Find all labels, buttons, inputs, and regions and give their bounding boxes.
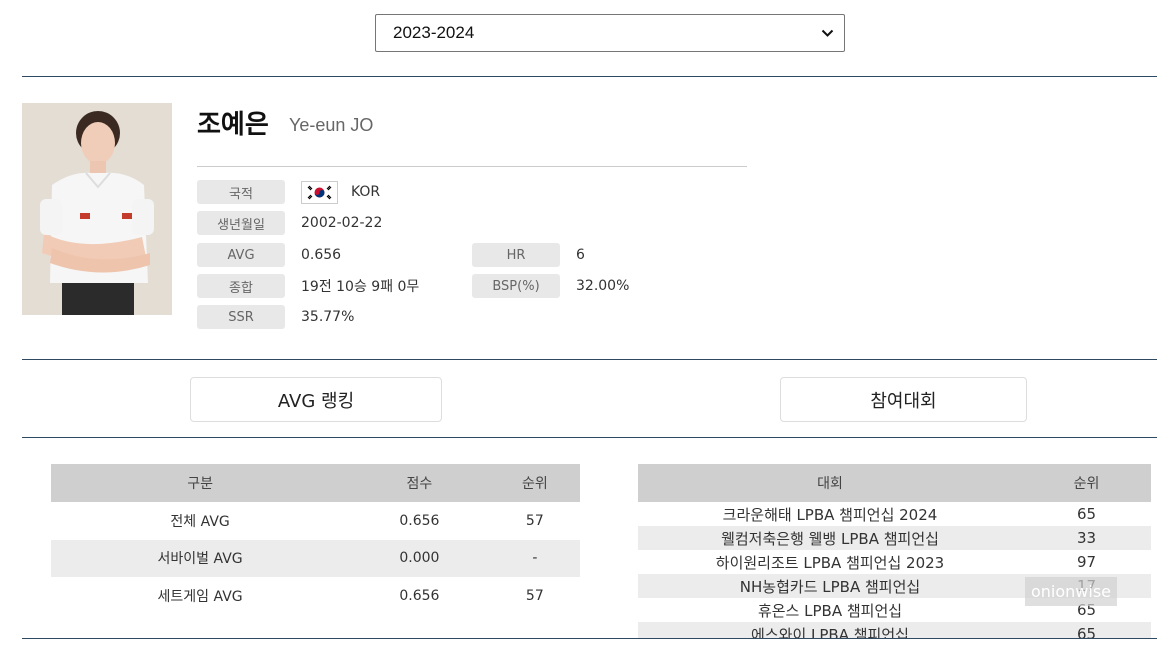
hr-value: 6 xyxy=(576,247,585,263)
table-cell: 0.000 xyxy=(349,539,490,577)
table-header-row: 대회 순위 xyxy=(638,464,1151,502)
tournament-name: 휴온스 LPBA 챔피언십 xyxy=(757,601,903,620)
chevron-down-icon xyxy=(821,27,834,40)
column-header: 대회 xyxy=(638,464,1022,502)
column-header: 구분 xyxy=(51,464,350,502)
column-header: 순위 xyxy=(1022,464,1151,502)
table-row: 서바이벌 AVG 0.000 - xyxy=(51,539,580,577)
table-cell: 0.656 xyxy=(399,512,440,529)
avg-ranking-table: 구분 점수 순위 전체 AVG 0.656 57 서바이벌 AVG 0.000 … xyxy=(51,464,580,615)
tournament-name: 웰컴저축은행 웰뱅 LPBA 챔피언십 xyxy=(638,526,1022,550)
table-row: 전체 AVG 0.656 57 xyxy=(51,502,580,540)
tournament-name: 크라운해태 LPBA 챔피언십 2024 xyxy=(722,505,938,524)
tournament-table: 대회 순위 크라운해태 LPBA 챔피언십 2024 65 웰컴저축은행 웰뱅 … xyxy=(638,464,1151,638)
column-header: 순위 xyxy=(489,464,580,502)
table-cell: 서바이벌 AVG xyxy=(51,539,350,577)
tab-avg-ranking[interactable]: AVG 랭킹 xyxy=(190,377,442,422)
player-name-english: Ye-eun JO xyxy=(289,115,374,135)
nationality-label: 국적 xyxy=(197,180,285,204)
bsp-label: BSP(%) xyxy=(472,274,560,298)
divider-top xyxy=(22,76,1157,77)
table-row: 세트게임 AVG 0.656 57 xyxy=(51,577,580,615)
ssr-label: SSR xyxy=(197,305,285,329)
tournament-rank: 65 xyxy=(1076,505,1097,523)
tournament-name: 에스와이 LPBA 챔피언십 xyxy=(638,622,1022,638)
divider-middle xyxy=(22,359,1157,360)
divider-tabs xyxy=(22,437,1157,438)
hr-label: HR xyxy=(472,243,560,267)
table-row[interactable]: 웰컴저축은행 웰뱅 LPBA 챔피언십 33 xyxy=(638,526,1151,550)
table-row[interactable]: 크라운해태 LPBA 챔피언십 2024 65 xyxy=(638,502,1151,526)
tournament-rank: 65 xyxy=(1022,622,1151,638)
tournament-table-scroll[interactable]: 대회 순위 크라운해태 LPBA 챔피언십 2024 65 웰컴저축은행 웰뱅 … xyxy=(638,464,1151,638)
column-header: 점수 xyxy=(349,464,490,502)
birth-value: 2002-02-22 xyxy=(301,215,383,231)
table-row[interactable]: 하이원리조트 LPBA 챔피언십 2023 97 xyxy=(638,550,1151,574)
tournament-rank: 97 xyxy=(1076,553,1097,571)
bsp-value: 32.00% xyxy=(576,278,630,294)
season-select-value: 2023-2024 xyxy=(393,23,475,42)
ssr-value: 35.77% xyxy=(301,309,355,325)
avg-value: 0.656 xyxy=(301,247,342,263)
table-cell: 세트게임 AVG xyxy=(157,588,243,605)
tournament-rank: 33 xyxy=(1022,526,1151,550)
player-photo xyxy=(22,103,172,315)
watermark: onionwise xyxy=(1025,577,1117,606)
name-divider xyxy=(197,166,747,167)
nationality-value: KOR xyxy=(351,184,381,200)
birth-label: 생년월일 xyxy=(197,211,285,235)
korea-flag-icon xyxy=(301,181,338,204)
table-cell: 0.656 xyxy=(399,587,440,604)
tournament-name: NH농협카드 LPBA 챔피언십 xyxy=(638,574,1022,598)
season-select[interactable]: 2023-2024 xyxy=(375,14,845,52)
table-header-row: 구분 점수 순위 xyxy=(51,464,580,502)
table-cell: 전체 AVG xyxy=(170,513,230,530)
table-cell: 57 xyxy=(525,512,544,529)
player-name-korean: 조예은 xyxy=(197,110,269,140)
table-cell: - xyxy=(489,539,580,577)
table-cell: 57 xyxy=(525,587,544,604)
record-label: 종합 xyxy=(197,274,285,298)
record-value: 19전 10승 9패 0무 xyxy=(301,279,420,295)
tournament-name: 하이원리조트 LPBA 챔피언십 2023 xyxy=(715,553,945,572)
divider-bottom xyxy=(22,638,1157,639)
table-row[interactable]: 에스와이 LPBA 챔피언십 65 xyxy=(638,622,1151,638)
avg-label: AVG xyxy=(197,243,285,267)
tab-tournaments[interactable]: 참여대회 xyxy=(780,377,1027,422)
